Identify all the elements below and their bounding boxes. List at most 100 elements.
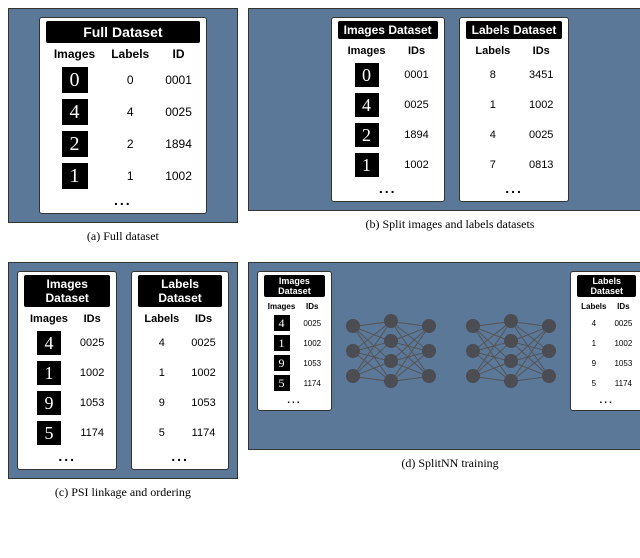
- col-header: IDs: [185, 310, 221, 328]
- digit-image: 1: [37, 361, 61, 385]
- ellipsis: ...: [466, 180, 563, 199]
- cell-id: 1053: [610, 353, 636, 373]
- images-table: Images IDs 00001 40025 21894 11002 ...: [338, 42, 438, 199]
- table-row: 11002: [577, 333, 636, 353]
- col-header: Labels: [466, 42, 520, 60]
- col-header: Images: [264, 300, 300, 313]
- panel-c-caption: (c) PSI linkage and ordering: [8, 485, 238, 500]
- digit-image: 1: [274, 335, 290, 351]
- neural-net-right: [466, 301, 556, 411]
- table-row: 40025: [264, 313, 325, 333]
- col-header: IDs: [299, 300, 325, 313]
- table-row: 4 0025: [338, 90, 438, 120]
- cell-id: 1174: [610, 373, 636, 393]
- digit-image: 5: [37, 421, 61, 445]
- cell-label: 5: [138, 418, 185, 448]
- table-row: 51174: [577, 373, 636, 393]
- panel-b-caption: (b) Split images and labels datasets: [248, 217, 640, 232]
- panel-d: Images Dataset Images IDs 40025 11002 91…: [248, 262, 640, 510]
- digit-image: 9: [37, 391, 61, 415]
- table-row: 11002: [138, 358, 221, 388]
- digit-image: 4: [37, 331, 61, 355]
- figure-panels: Full Dataset Images Labels ID 0 0 0001 4: [8, 8, 632, 510]
- cell-id: 1002: [395, 150, 437, 180]
- cell-id: 0001: [395, 60, 437, 90]
- table-row: 91053: [264, 353, 325, 373]
- images-table: Images IDs 40025 11002 91053 51174 ...: [24, 310, 110, 467]
- col-header: IDs: [520, 42, 562, 60]
- cell-label: 2: [103, 128, 157, 160]
- panel-d-caption: (d) SplitNN training: [248, 456, 640, 471]
- cell-label: 1: [577, 333, 610, 353]
- panel-d-frame: Images Dataset Images IDs 40025 11002 91…: [248, 262, 640, 450]
- card-title: Images Dataset: [24, 275, 110, 307]
- cell-id: 1002: [185, 358, 221, 388]
- digit-image: 9: [274, 355, 290, 371]
- cell-id: 1002: [157, 160, 200, 192]
- cell-label: 1: [103, 160, 157, 192]
- table-row: 1 1 1002: [46, 160, 200, 192]
- panel-c: Images Dataset Images IDs 40025 11002 91…: [8, 262, 238, 510]
- col-header: ID: [157, 46, 200, 64]
- cell-id: 1174: [74, 418, 110, 448]
- table-row: 2 2 1894: [46, 128, 200, 160]
- cell-id: 0025: [395, 90, 437, 120]
- panel-b-frame: Images Dataset Images IDs 00001 40025 21…: [248, 8, 640, 211]
- neural-net-diagram: [346, 271, 556, 441]
- cell-label: 4: [466, 120, 520, 150]
- table-row: 11002: [264, 333, 325, 353]
- labels-table: Labels IDs 40025 11002 91053 51174 ...: [138, 310, 221, 467]
- cell-id: 0001: [157, 64, 200, 96]
- labels-table: Labels IDs 40025 11002 91053 51174 ...: [577, 300, 636, 408]
- cell-id: 3451: [520, 60, 562, 90]
- col-header: IDs: [74, 310, 110, 328]
- ellipsis: ...: [46, 192, 200, 211]
- cell-id: 0025: [185, 328, 221, 358]
- card-title: Full Dataset: [46, 21, 200, 43]
- col-header: IDs: [610, 300, 636, 313]
- col-header: IDs: [395, 42, 437, 60]
- card-title: Labels Dataset: [138, 275, 221, 307]
- cell-label: 9: [138, 388, 185, 418]
- digit-image: 5: [274, 375, 290, 391]
- ellipsis: ...: [24, 448, 110, 467]
- digit-image: 1: [355, 153, 379, 177]
- table-row: 4 4 0025: [46, 96, 200, 128]
- cell-id: 1174: [299, 373, 325, 393]
- digit-image: 2: [62, 131, 88, 157]
- table-row: 0 0 0001: [46, 64, 200, 96]
- cell-id: 1002: [610, 333, 636, 353]
- digit-image: 2: [355, 123, 379, 147]
- table-row: 40025: [138, 328, 221, 358]
- cell-id: 0025: [74, 328, 110, 358]
- ellipsis: ...: [138, 448, 221, 467]
- card-title: Images Dataset: [264, 275, 325, 297]
- panel-b: Images Dataset Images IDs 00001 40025 21…: [248, 8, 640, 254]
- cell-label: 4: [577, 313, 610, 333]
- col-header: Labels: [103, 46, 157, 64]
- digit-image: 4: [62, 99, 88, 125]
- cell-label: 9: [577, 353, 610, 373]
- ellipsis: ...: [338, 180, 438, 199]
- table-row: 91053: [577, 353, 636, 373]
- images-dataset-card: Images Dataset Images IDs 40025 11002 91…: [257, 271, 332, 411]
- cell-label: 7: [466, 150, 520, 180]
- table-row: 00001: [338, 60, 438, 90]
- cell-label: 5: [577, 373, 610, 393]
- neural-net-left: [346, 301, 436, 411]
- table-row: 70813: [466, 150, 563, 180]
- table-row: 91053: [138, 388, 221, 418]
- cell-id: 1174: [185, 418, 221, 448]
- digit-image: 4: [274, 315, 290, 331]
- cell-label: 1: [466, 90, 520, 120]
- col-header: Labels: [138, 310, 185, 328]
- card-title: Images Dataset: [338, 21, 438, 39]
- table-row: 91053: [24, 388, 110, 418]
- digit-image: 0: [62, 67, 88, 93]
- cell-id: 0025: [157, 96, 200, 128]
- panel-a: Full Dataset Images Labels ID 0 0 0001 4: [8, 8, 238, 254]
- digit-image: 4: [355, 93, 379, 117]
- panel-a-frame: Full Dataset Images Labels ID 0 0 0001 4: [8, 8, 238, 223]
- cell-id: 1894: [395, 120, 437, 150]
- labels-dataset-card: Labels Dataset Labels IDs 40025 11002 91…: [131, 271, 228, 470]
